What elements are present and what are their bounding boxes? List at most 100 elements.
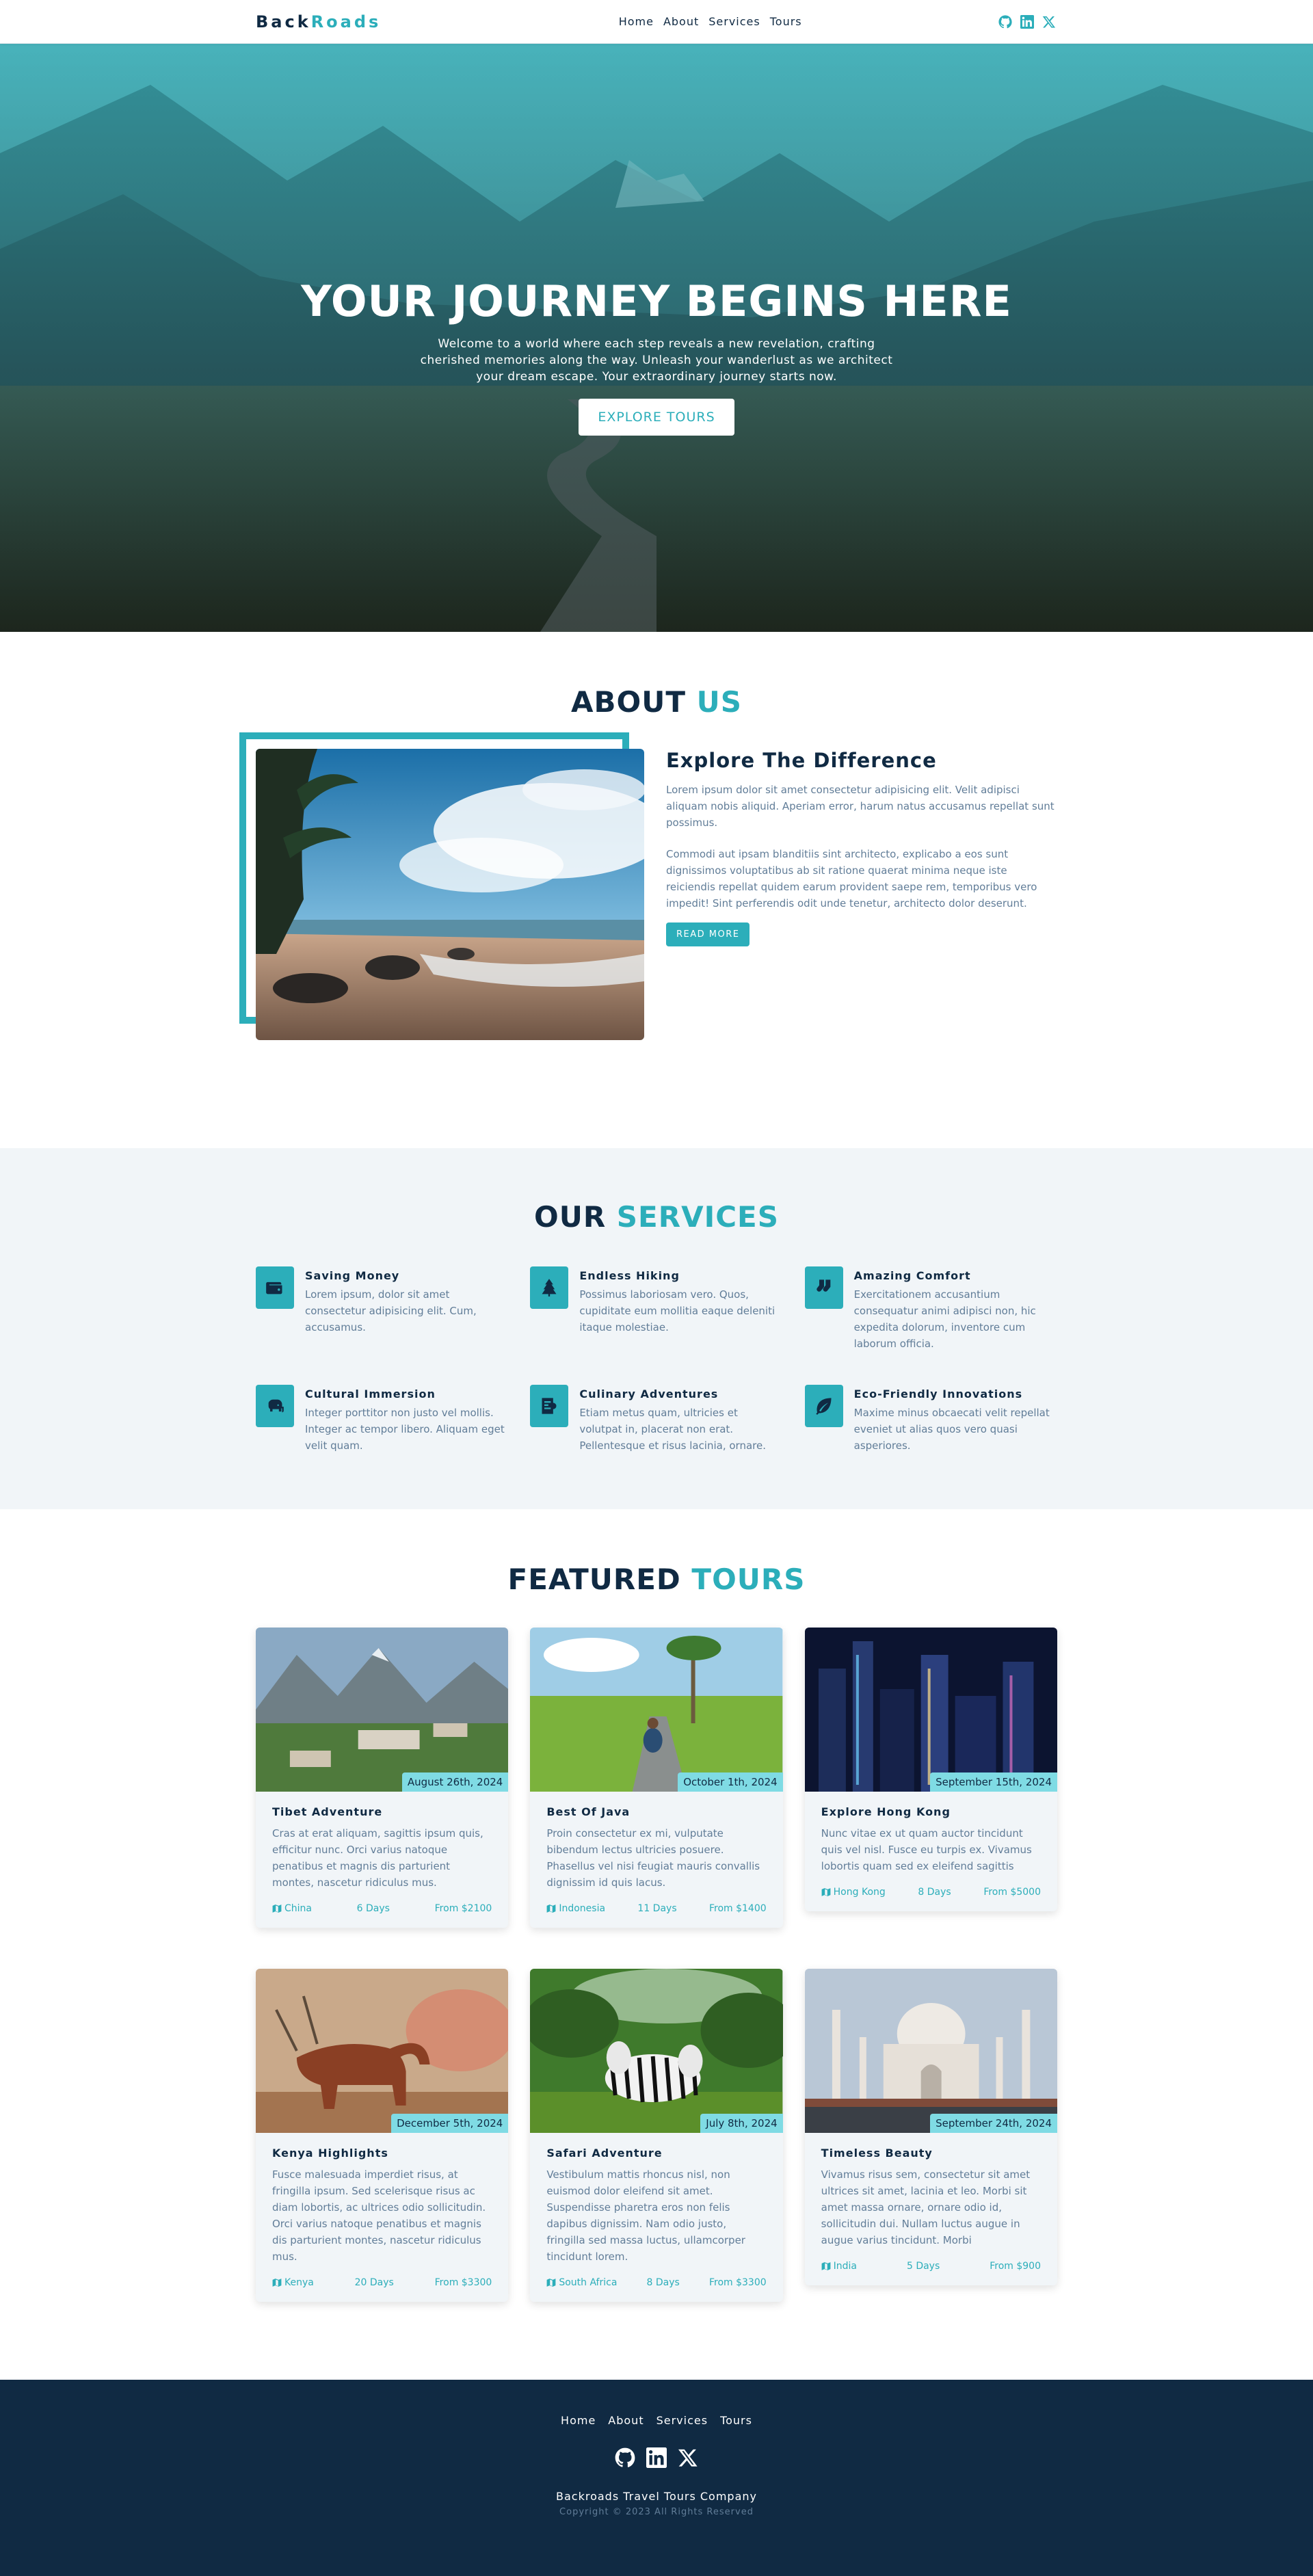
tour-location-text: Hong Kong — [833, 1887, 886, 1898]
site-logo[interactable]: BackRoads — [256, 12, 381, 31]
linkedin-icon[interactable] — [1020, 15, 1034, 29]
about-paragraph-1: Lorem ipsum dolor sit amet consectetur a… — [666, 784, 1055, 829]
tour-price: From $3300 — [434, 2277, 492, 2288]
hero-title: YOUR JOURNEY BEGINS HERE — [301, 276, 1012, 326]
services-title: OUR SERVICES — [0, 1200, 1313, 1234]
tour-footer: South Africa 8 Days From $3300 — [546, 2277, 767, 2288]
service-item: Culinary Adventures Etiam metus quam, ult… — [530, 1385, 782, 1454]
x-icon[interactable] — [678, 2447, 698, 2471]
tour-description: Cras at erat aliquam, sagittis ipsum qui… — [272, 1827, 483, 1889]
service-title: Amazing Comfort — [853, 1269, 971, 1282]
tour-location-text: South Africa — [559, 2277, 618, 2288]
tour-card[interactable]: October 1th, 2024 Best Of Java Proin con… — [530, 1628, 783, 1928]
tour-location: Kenya — [272, 2277, 314, 2288]
tour-image: September 15th, 2024 — [804, 1628, 1057, 1792]
tour-footer: Indonesia 11 Days From $1400 — [546, 1903, 767, 1914]
about-title: ABOUT US — [0, 685, 1313, 719]
footer-link-tours[interactable]: Tours — [720, 2414, 752, 2427]
tour-card[interactable]: August 26th, 2024 Tibet Adventure Cras a… — [256, 1628, 509, 1928]
tour-date-badge: September 15th, 2024 — [930, 1772, 1057, 1792]
tour-location: Indonesia — [546, 1903, 605, 1914]
tour-date-badge: September 24th, 2024 — [930, 2114, 1057, 2133]
hero-text: Welcome to a world where each step revea… — [420, 337, 893, 384]
tour-card[interactable]: September 24th, 2024 Timeless Beauty Viv… — [804, 1969, 1057, 2285]
leaf-icon — [804, 1385, 843, 1427]
tour-info: Safari Adventure Vestibulum mattis rhonc… — [530, 2133, 782, 2302]
tour-description: Nunc vitae ex ut quam auctor tincidunt q… — [821, 1827, 1032, 1872]
about-section: ABOUT US Explore The Difference Lorem ip… — [0, 632, 1313, 1148]
nav-link-tours[interactable]: Tours — [770, 15, 802, 28]
service-text: Lorem ipsum, dolor sit amet consectetur … — [305, 1288, 477, 1333]
service-item: Amazing Comfort Exercitationem accusantiu… — [804, 1266, 1057, 1352]
tour-footer: Kenya 20 Days From $3300 — [272, 2277, 492, 2288]
tour-image: August 26th, 2024 — [256, 1628, 509, 1792]
tour-duration: 8 Days — [918, 1887, 951, 1898]
nav-link-about[interactable]: About — [663, 15, 699, 28]
top-navbar: BackRoads Home About Services Tours — [0, 0, 1313, 44]
footer-link-services[interactable]: Services — [656, 2414, 708, 2427]
service-title: Endless Hiking — [579, 1269, 680, 1282]
footer-link-about[interactable]: About — [608, 2414, 644, 2427]
tour-location: China — [272, 1903, 312, 1914]
tour-duration: 8 Days — [646, 2277, 680, 2288]
github-icon[interactable] — [998, 15, 1012, 29]
tour-card[interactable]: December 5th, 2024 Kenya Highlights Fusc… — [256, 1969, 509, 2302]
tour-duration: 5 Days — [906, 2261, 940, 2272]
about-text-block: Explore The Difference Lorem ipsum dolor… — [666, 749, 1057, 946]
map-icon — [546, 1904, 556, 1913]
tour-date-badge: August 26th, 2024 — [401, 1772, 509, 1792]
tours-title: FEATURED TOURS — [0, 1563, 1313, 1596]
tour-image: September 24th, 2024 — [804, 1969, 1057, 2133]
tour-info: Timeless Beauty Vivamus risus sem, conse… — [805, 2133, 1057, 2285]
tour-location: Hong Kong — [821, 1887, 886, 1898]
service-text: Etiam metus quam, ultricies et volutpat … — [579, 1407, 766, 1452]
footer-company-name: Backroads Travel Tours Company — [556, 2490, 757, 2503]
site-footer: Home About Services Tours Backroads Trav… — [0, 2380, 1313, 2576]
linkedin-icon[interactable] — [646, 2447, 667, 2471]
service-title: Culinary Adventures — [579, 1387, 719, 1400]
read-more-button[interactable]: READ MORE — [666, 922, 750, 946]
github-icon[interactable] — [615, 2447, 635, 2471]
tours-title-part1: FEATURED — [507, 1563, 681, 1596]
footer-copyright: Copyright © 2023 All Rights Reserved — [559, 2507, 754, 2517]
service-text: Maxime minus obcaecati velit repellat ev… — [853, 1407, 1050, 1452]
tour-location-text: India — [833, 2261, 858, 2272]
tour-description: Vivamus risus sem, consectetur sit amet … — [821, 2168, 1031, 2246]
tour-card[interactable]: September 15th, 2024 Explore Hong Kong N… — [804, 1628, 1057, 1911]
tour-price: From $900 — [990, 2261, 1041, 2272]
tour-duration: 11 Days — [637, 1903, 677, 1914]
map-icon — [546, 2278, 556, 2287]
tour-location-text: Indonesia — [559, 1903, 606, 1914]
tree-icon — [530, 1266, 569, 1309]
about-heading: Explore The Difference — [666, 749, 937, 772]
tour-card[interactable]: July 8th, 2024 Safari Adventure Vestibul… — [530, 1969, 783, 2302]
tour-location-text: Kenya — [284, 2277, 314, 2288]
explore-tours-button[interactable]: EXPLORE TOURS — [579, 399, 734, 436]
nav-link-home[interactable]: Home — [619, 15, 654, 28]
footer-link-home[interactable]: Home — [561, 2414, 596, 2427]
tour-price: From $5000 — [983, 1887, 1041, 1898]
tour-description: Proin consectetur ex mi, vulputate biben… — [546, 1827, 760, 1889]
logo-part-back: Back — [256, 12, 311, 31]
map-icon — [272, 1904, 282, 1913]
tour-title: Safari Adventure — [546, 2147, 663, 2160]
tour-title: Timeless Beauty — [821, 2147, 933, 2160]
nav-link-services[interactable]: Services — [708, 15, 760, 28]
tour-footer: India 5 Days From $900 — [821, 2261, 1041, 2272]
tour-title: Explore Hong Kong — [821, 1805, 951, 1818]
tour-price: From $1400 — [708, 1903, 767, 1914]
map-icon — [821, 1887, 831, 1897]
tours-title-part2: TOURS — [691, 1563, 806, 1596]
service-title: Cultural Immersion — [305, 1387, 436, 1400]
tour-location-text: China — [284, 1903, 312, 1914]
menu-icon — [530, 1385, 569, 1427]
elephant-icon — [256, 1385, 294, 1427]
socks-icon — [804, 1266, 843, 1309]
about-content: Explore The Difference Lorem ipsum dolor… — [239, 732, 1057, 1050]
tour-description: Vestibulum mattis rhoncus nisl, non euis… — [546, 2168, 745, 2263]
x-icon[interactable] — [1042, 15, 1056, 29]
service-item: Cultural Immersion Integer porttitor non … — [256, 1385, 508, 1454]
service-item: Eco-Friendly Innovations Maxime minus obc… — [804, 1385, 1057, 1454]
footer-social-icons — [0, 2447, 1313, 2471]
about-paragraph-2: Commodi aut ipsam blanditiis sint archit… — [666, 848, 1037, 909]
